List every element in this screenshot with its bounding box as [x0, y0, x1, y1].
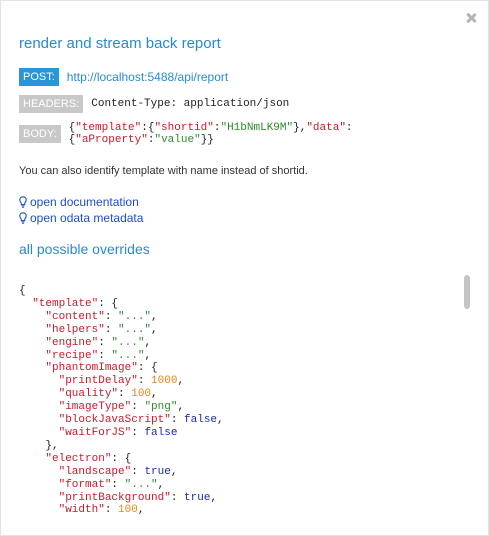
code-line: "format": "...", — [58, 478, 165, 491]
post-row: POST: http://localhost:5488/api/report — [19, 68, 228, 86]
dialog-title: render and stream back report — [19, 35, 221, 52]
overrides-heading: all possible overrides — [19, 241, 150, 257]
open-odata-metadata-label: open odata metadata — [30, 211, 144, 225]
code-line: "recipe": "...", — [45, 349, 152, 362]
code-line: "helpers": "...", — [45, 323, 158, 336]
code-line: "quality": 100, — [58, 388, 158, 401]
overrides-json-code: { "template": { "content": "...", "helpe… — [19, 285, 459, 517]
lightbulb-icon — [19, 212, 27, 224]
headers-value: Content-Type: application/json — [91, 98, 290, 110]
scrollbar-thumb[interactable] — [464, 275, 470, 309]
request-url[interactable]: http://localhost:5488/api/report — [67, 70, 228, 84]
headers-row: HEADERS: Content-Type: application/json — [19, 95, 289, 113]
code-line: "template": { — [32, 297, 119, 310]
code-line: "engine": "...", — [45, 336, 152, 349]
open-odata-metadata-link[interactable]: open odata metadata — [19, 211, 143, 225]
code-line: "printDelay": 1000, — [58, 375, 185, 388]
code-line: "electron": { — [45, 452, 132, 465]
close-icon[interactable] — [464, 11, 478, 25]
code-line: "width": 100, — [58, 504, 145, 517]
code-scrollbar[interactable] — [461, 271, 473, 519]
post-badge: POST: — [19, 68, 59, 86]
code-line: "phantomImage": { — [45, 362, 158, 375]
dialog: render and stream back report POST: http… — [0, 0, 489, 536]
open-documentation-link[interactable]: open documentation — [19, 195, 139, 209]
code-line: { — [19, 285, 26, 297]
code-line: "printBackground": true, — [58, 491, 218, 504]
code-line: "content": "...", — [45, 310, 158, 323]
code-line: }, — [19, 439, 59, 452]
headers-badge: HEADERS: — [19, 95, 84, 113]
code-line: "landscape": true, — [58, 465, 178, 478]
body-row: BODY: {"template":{"shortid":"H1bNmLK9M"… — [19, 122, 488, 146]
code-line: "blockJavaScript": false, — [58, 414, 224, 427]
code-line: "imageType": "png", — [58, 401, 185, 414]
code-line: "waitForJS": false — [58, 426, 178, 439]
lightbulb-icon — [19, 196, 27, 208]
open-documentation-label: open documentation — [30, 195, 139, 209]
body-badge: BODY: — [19, 125, 61, 143]
shortid-note: You can also identify template with name… — [19, 165, 308, 177]
body-value: {"template":{"shortid":"H1bNmLK9M"},"dat… — [68, 122, 353, 146]
